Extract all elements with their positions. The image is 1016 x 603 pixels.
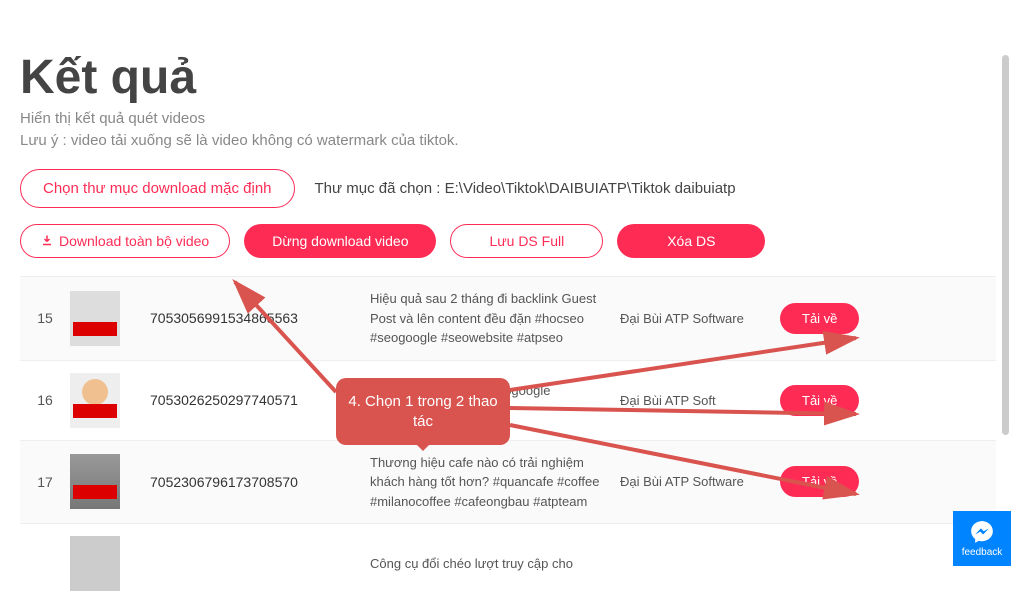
video-author: Đại Bùi ATP Software: [620, 311, 780, 326]
clear-ds-button[interactable]: Xóa DS: [617, 224, 765, 258]
download-all-label: Download toàn bộ video: [59, 233, 209, 249]
selected-folder-label: Thư mục đã chọn : E:\Video\Tiktok\DAIBUI…: [315, 180, 736, 197]
download-row-button[interactable]: Tải về: [780, 303, 859, 334]
download-all-button[interactable]: Download toàn bộ video: [20, 224, 230, 258]
feedback-button[interactable]: feedback: [953, 511, 1011, 566]
video-thumbnail: [70, 536, 120, 591]
table-row: Công cụ đổi chéo lượt truy cập cho: [20, 523, 996, 603]
video-description: Hiệu quả sau 2 tháng đi backlink Guest P…: [370, 289, 620, 348]
row-index: 15: [20, 310, 70, 326]
video-author: Đại Bùi ATP Software: [620, 474, 780, 489]
download-row-button[interactable]: Tải về: [780, 385, 859, 416]
video-thumbnail: [70, 454, 120, 509]
download-row-button[interactable]: Tải về: [780, 466, 859, 497]
video-id: 7053056991534865563: [150, 310, 370, 326]
table-row: 17 7052306796173708570 Thương hiệu cafe …: [20, 440, 996, 524]
choose-folder-button[interactable]: Chọn thư mục download mặc định: [20, 169, 295, 208]
scrollbar[interactable]: [1002, 55, 1009, 435]
row-index: 17: [20, 474, 70, 490]
video-id: 7052306796173708570: [150, 474, 370, 490]
feedback-label: feedback: [962, 547, 1003, 558]
instruction-callout: 4. Chọn 1 trong 2 thao tác: [336, 378, 510, 445]
save-ds-button[interactable]: Lưu DS Full: [450, 224, 603, 258]
table-row: 15 7053056991534865563 Hiệu quả sau 2 th…: [20, 276, 996, 360]
messenger-icon: [969, 519, 995, 545]
video-description: Thương hiệu cafe nào có trải nghiệm khác…: [370, 453, 620, 512]
video-author: Đại Bùi ATP Soft: [620, 393, 780, 408]
video-description: Công cụ đổi chéo lượt truy cập cho: [370, 554, 620, 574]
subtitle-text: Hiển thị kết quả quét videos: [20, 110, 996, 127]
note-text: Lưu ý : video tải xuống sẽ là video khôn…: [20, 132, 996, 149]
video-thumbnail: [70, 373, 120, 428]
row-index: 16: [20, 392, 70, 408]
download-icon: [41, 233, 53, 249]
video-thumbnail: [70, 291, 120, 346]
stop-download-button[interactable]: Dừng download video: [244, 224, 436, 258]
page-title: Kết quả: [20, 50, 996, 105]
